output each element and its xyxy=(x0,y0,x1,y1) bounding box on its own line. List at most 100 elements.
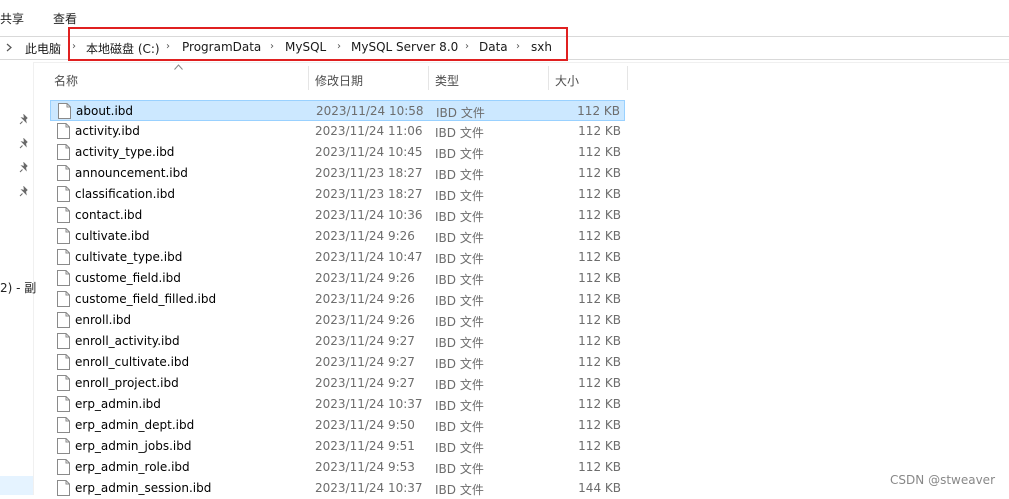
file-row[interactable]: enroll_activity.ibd 2023/11/24 9:27 IBD 文件… xyxy=(50,331,625,352)
file-type: IBD 文件 xyxy=(435,378,484,392)
file-row[interactable]: about.ibd 2023/11/24 10:58 IBD 文件 112 KB xyxy=(50,100,625,121)
file-size: 112 KB xyxy=(577,104,620,118)
file-type: IBD 文件 xyxy=(435,462,484,476)
file-date: 2023/11/24 9:51 xyxy=(315,439,415,453)
file-date: 2023/11/24 9:26 xyxy=(315,292,415,306)
file-icon xyxy=(57,396,70,412)
column-header-type[interactable]: 类型 xyxy=(429,62,548,96)
column-header-date[interactable]: 修改日期 xyxy=(309,62,428,96)
file-date: 2023/11/23 18:27 xyxy=(315,187,423,201)
file-type: IBD 文件 xyxy=(435,441,484,455)
file-row[interactable]: activity.ibd 2023/11/24 11:06 IBD 文件 112 KB xyxy=(50,121,625,142)
breadcrumb-separator[interactable]: › xyxy=(72,41,76,52)
file-type: IBD 文件 xyxy=(435,273,484,287)
file-icon xyxy=(57,186,70,202)
file-row[interactable]: erp_admin_jobs.ibd 2023/11/24 9:51 IBD 文件 1… xyxy=(50,436,625,457)
file-type: IBD 文件 xyxy=(435,126,484,140)
file-icon xyxy=(57,228,70,244)
file-date: 2023/11/24 9:50 xyxy=(315,418,415,432)
file-row[interactable]: cultivate.ibd 2023/11/24 9:26 IBD 文件 112 KB xyxy=(50,226,625,247)
file-type: IBD 文件 xyxy=(435,231,484,245)
file-type: IBD 文件 xyxy=(435,294,484,308)
file-name: custome_field_filled.ibd xyxy=(75,292,217,306)
chevron-right-icon[interactable] xyxy=(6,43,12,52)
file-type: IBD 文件 xyxy=(435,336,484,350)
breadcrumb-programdata[interactable]: ProgramData xyxy=(182,40,261,54)
file-name: about.ibd xyxy=(76,104,134,118)
file-date: 2023/11/24 10:45 xyxy=(315,145,423,159)
file-date: 2023/11/24 11:06 xyxy=(315,124,423,138)
sort-ascending-icon xyxy=(174,64,183,70)
file-date: 2023/11/24 9:26 xyxy=(315,271,415,285)
file-date: 2023/11/24 10:37 xyxy=(315,481,423,495)
tab-view[interactable]: 查看 xyxy=(53,10,77,27)
file-type: IBD 文件 xyxy=(435,252,484,266)
file-row[interactable]: custome_field_filled.ibd 2023/11/24 9:26 I… xyxy=(50,289,625,310)
file-row[interactable]: classification.ibd 2023/11/23 18:27 IBD 文件… xyxy=(50,184,625,205)
breadcrumb-separator[interactable]: › xyxy=(270,41,274,52)
breadcrumb-separator[interactable]: › xyxy=(166,41,170,52)
file-size: 112 KB xyxy=(578,145,621,159)
file-date: 2023/11/24 9:27 xyxy=(315,376,415,390)
file-icon xyxy=(57,333,70,349)
file-icon xyxy=(57,312,70,328)
file-icon xyxy=(57,165,70,181)
file-name: cultivate_type.ibd xyxy=(75,250,183,264)
file-name: erp_admin_session.ibd xyxy=(75,481,212,495)
file-size: 112 KB xyxy=(578,397,621,411)
breadcrumb-data[interactable]: Data xyxy=(479,40,508,54)
nav-item-label[interactable]: 2) - 副 xyxy=(0,279,36,296)
column-divider[interactable] xyxy=(627,66,628,90)
pin-icon[interactable] xyxy=(18,138,30,150)
breadcrumb-separator[interactable]: › xyxy=(516,41,520,52)
column-header-size[interactable]: 大小 xyxy=(549,62,627,96)
breadcrumb-mysql[interactable]: MySQL xyxy=(285,40,326,54)
file-row[interactable]: erp_admin_session.ibd 2023/11/24 10:37 IBD… xyxy=(50,478,625,499)
pin-icon[interactable] xyxy=(18,114,30,126)
file-row[interactable]: enroll_cultivate.ibd 2023/11/24 9:27 IBD 文… xyxy=(50,352,625,373)
file-row[interactable]: erp_admin_role.ibd 2023/11/24 9:53 IBD 文件 1… xyxy=(50,457,625,478)
file-row[interactable]: erp_admin_dept.ibd 2023/11/24 9:50 IBD 文件 1… xyxy=(50,415,625,436)
file-row[interactable]: erp_admin.ibd 2023/11/24 10:37 IBD 文件 112 K… xyxy=(50,394,625,415)
file-row[interactable]: cultivate_type.ibd 2023/11/24 10:47 IBD 文件… xyxy=(50,247,625,268)
file-type: IBD 文件 xyxy=(435,168,484,182)
file-size: 112 KB xyxy=(578,292,621,306)
file-size: 112 KB xyxy=(578,355,621,369)
file-size: 112 KB xyxy=(578,418,621,432)
pin-icon[interactable] xyxy=(18,162,30,174)
file-row[interactable]: custome_field.ibd 2023/11/24 9:26 IBD 文件 11… xyxy=(50,268,625,289)
file-row[interactable]: enroll.ibd 2023/11/24 9:26 IBD 文件 112 KB xyxy=(50,310,625,331)
breadcrumb-mysql-server[interactable]: MySQL Server 8.0 xyxy=(351,40,458,54)
nav-item-selected[interactable] xyxy=(0,476,33,495)
file-icon xyxy=(57,123,70,139)
file-row[interactable]: enroll_project.ibd 2023/11/24 9:27 IBD 文件 1… xyxy=(50,373,625,394)
file-name: enroll_cultivate.ibd xyxy=(75,355,190,369)
file-row[interactable]: announcement.ibd 2023/11/23 18:27 IBD 文件 11… xyxy=(50,163,625,184)
file-name: activity.ibd xyxy=(75,124,140,138)
file-icon xyxy=(57,270,70,286)
file-row[interactable]: activity_type.ibd 2023/11/24 10:45 IBD 文件 1… xyxy=(50,142,625,163)
file-date: 2023/11/24 9:53 xyxy=(315,460,415,474)
breadcrumb-separator[interactable]: › xyxy=(465,41,469,52)
tab-share[interactable]: 共享 xyxy=(0,10,24,27)
file-size: 112 KB xyxy=(578,271,621,285)
file-size: 112 KB xyxy=(578,187,621,201)
file-type: IBD 文件 xyxy=(435,420,484,434)
file-type: IBD 文件 xyxy=(436,106,485,120)
file-icon xyxy=(57,438,70,454)
file-size: 112 KB xyxy=(578,376,621,390)
file-name: announcement.ibd xyxy=(75,166,188,180)
breadcrumb-this-pc[interactable]: 此电脑 xyxy=(25,40,61,57)
pin-icon[interactable] xyxy=(18,186,30,198)
breadcrumb-separator[interactable]: › xyxy=(337,41,341,52)
breadcrumb-local-disk[interactable]: 本地磁盘 (C:) xyxy=(86,40,160,57)
file-size: 112 KB xyxy=(578,460,621,474)
file-icon xyxy=(57,144,70,160)
file-size: 112 KB xyxy=(578,313,621,327)
file-size: 112 KB xyxy=(578,124,621,138)
file-size: 112 KB xyxy=(578,166,621,180)
file-type: IBD 文件 xyxy=(435,147,484,161)
breadcrumb-sxh[interactable]: sxh xyxy=(531,40,552,54)
file-date: 2023/11/24 10:36 xyxy=(315,208,423,222)
file-row[interactable]: contact.ibd 2023/11/24 10:36 IBD 文件 112 KB xyxy=(50,205,625,226)
